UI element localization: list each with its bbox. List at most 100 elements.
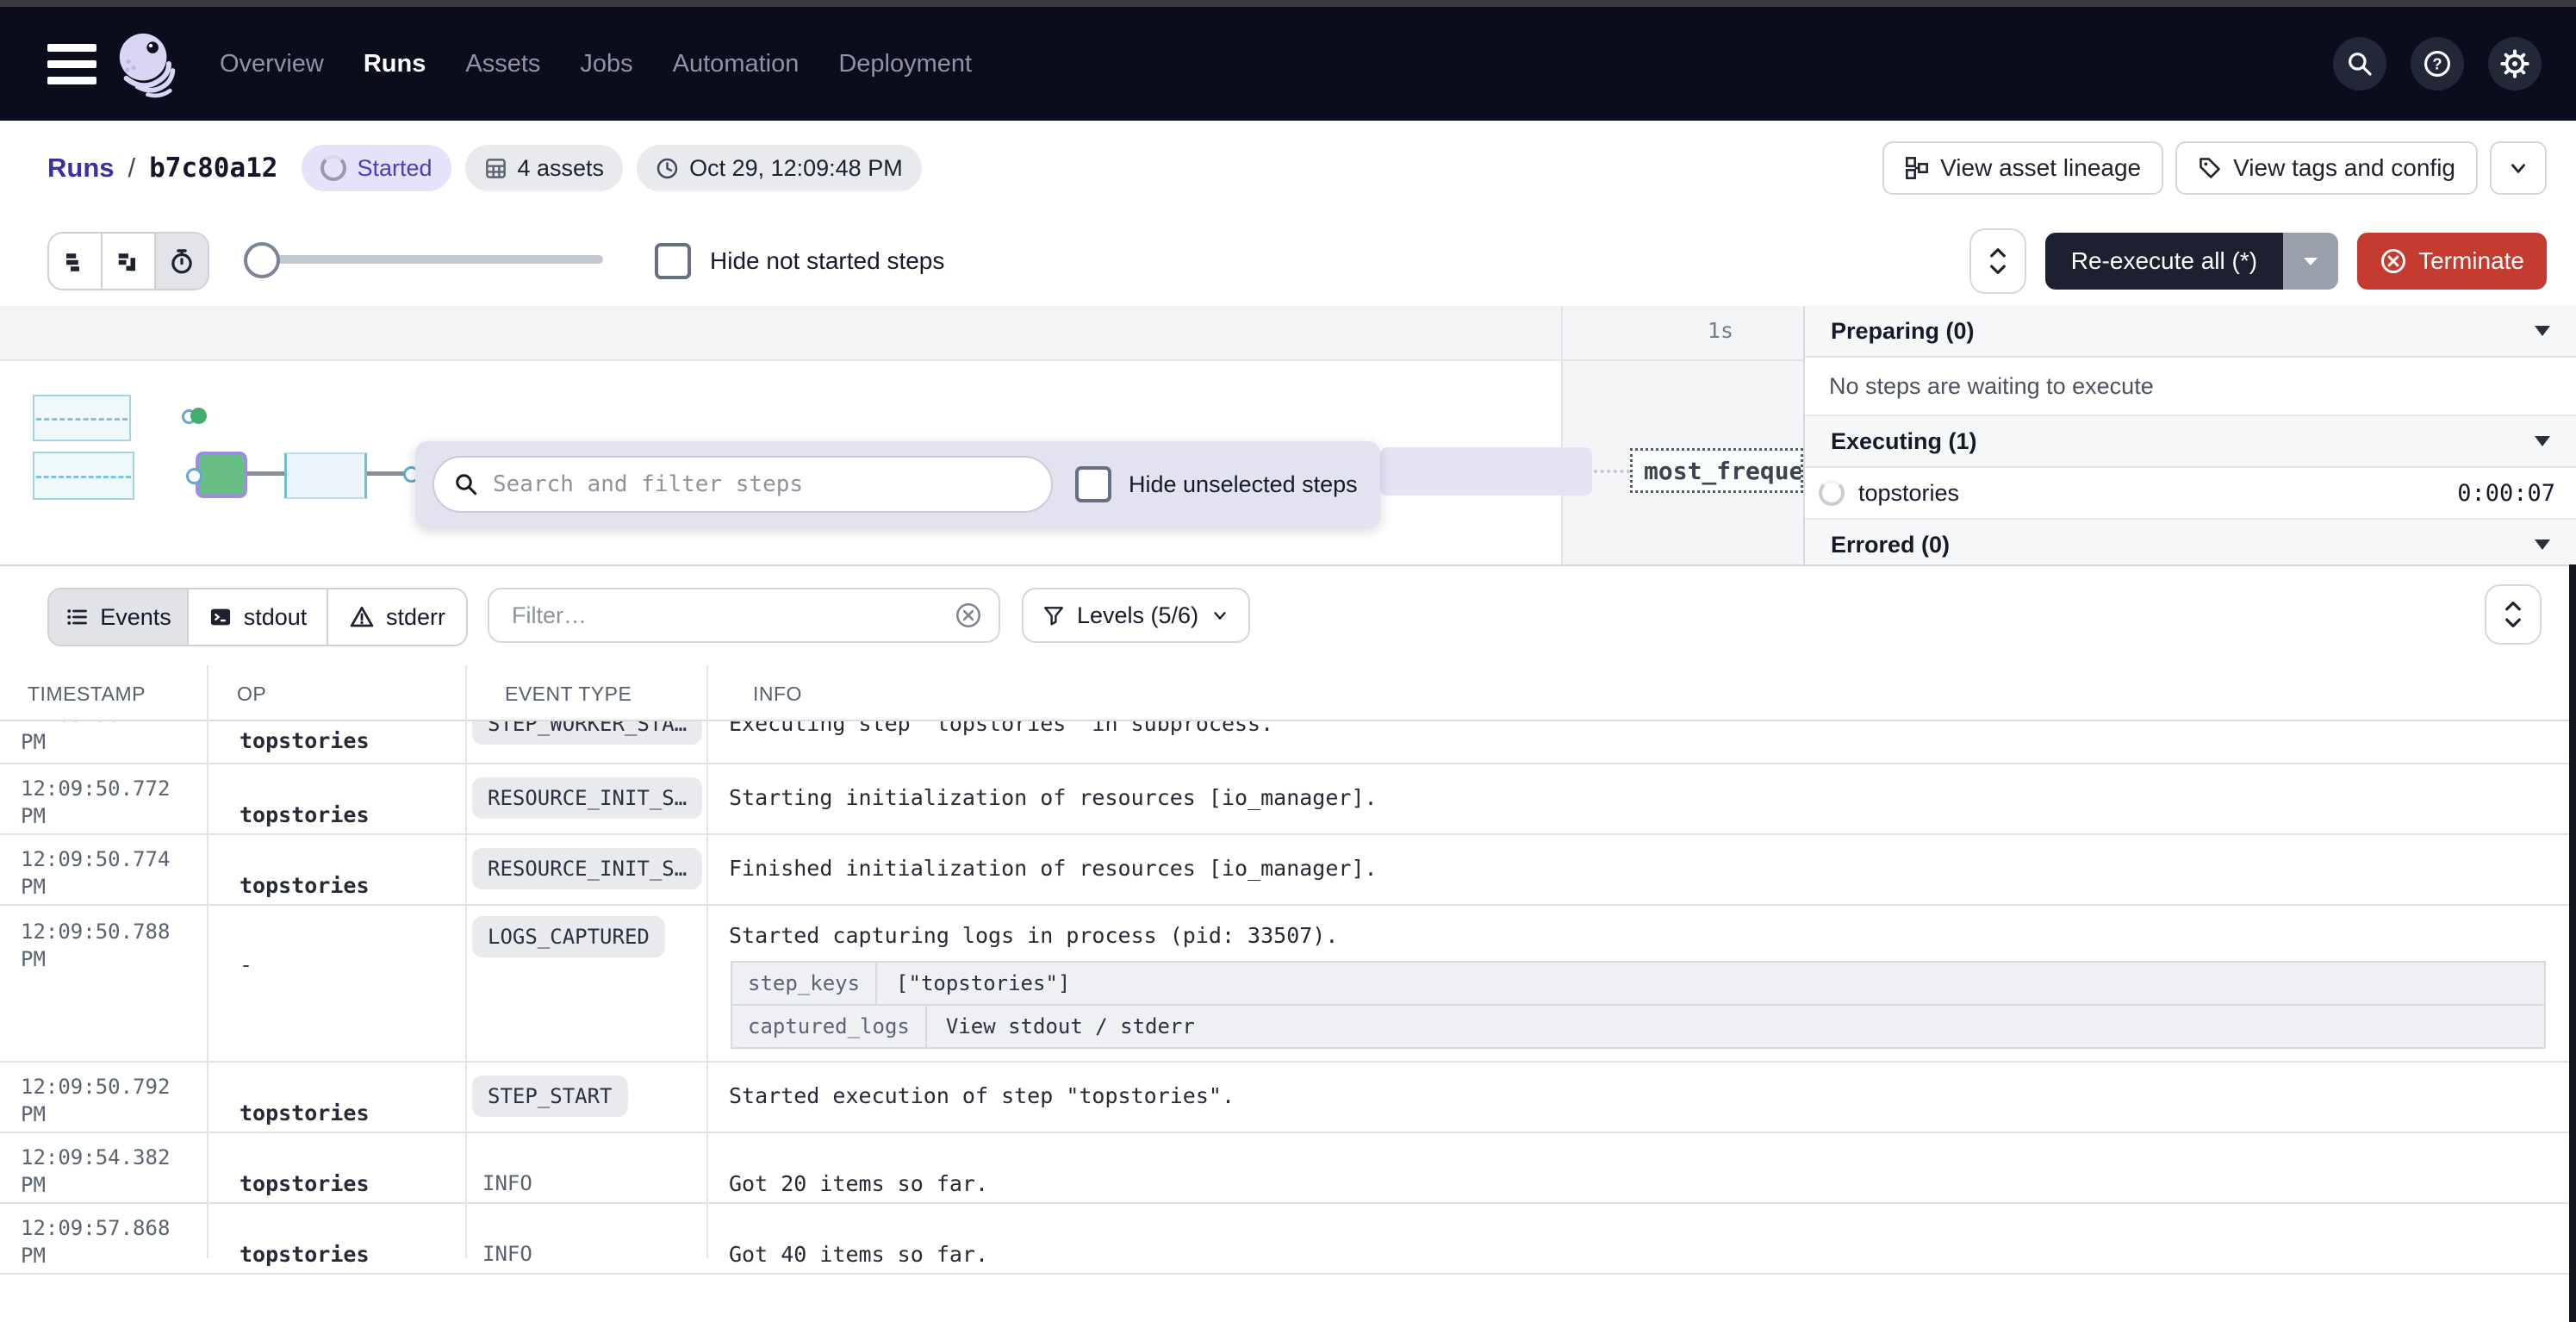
top-navbar: Overview Runs Assets Jobs Automation Dep… xyxy=(0,7,2576,121)
column-divider xyxy=(706,665,708,1258)
nav-item-assets[interactable]: Assets xyxy=(465,50,540,78)
view-mode-switcher xyxy=(47,232,209,290)
main-nav: Overview Runs Assets Jobs Automation Dep… xyxy=(220,50,972,78)
event-log-table: TIMESTAMP OP EVENT TYPE INFO 12:09:50.7P… xyxy=(0,665,2576,1322)
event-type-label: INFO xyxy=(482,1171,532,1195)
expand-logs-button[interactable] xyxy=(2485,584,2542,645)
metadata-value: ["topstories"] xyxy=(877,963,2544,1004)
step-marker-dot[interactable] xyxy=(190,408,207,424)
table-row[interactable]: 12:09:54.382PMtopstoriesINFOGot 20 items… xyxy=(0,1133,2576,1204)
metadata-table: step_keys["topstories"]captured_logsView… xyxy=(731,961,2546,1049)
zoom-slider-handle[interactable] xyxy=(244,242,280,278)
funnel-icon xyxy=(1042,604,1065,627)
terminal-icon xyxy=(208,605,233,629)
expand-collapse-icon xyxy=(1987,246,2009,276)
event-type-badge: RESOURCE_INIT_S… xyxy=(472,848,702,889)
timing-view-button[interactable] xyxy=(156,234,208,289)
nav-item-deployment[interactable]: Deployment xyxy=(838,50,972,78)
view-tags-config-button[interactable]: View tags and config xyxy=(2175,141,2478,195)
event-type-badge: STEP_WORKER_STA… xyxy=(472,721,702,745)
metadata-value[interactable]: View stdout / stderr xyxy=(927,1006,2544,1047)
nav-item-automation[interactable]: Automation xyxy=(673,50,800,78)
tab-events[interactable]: Events xyxy=(49,589,189,645)
planned-step-bar[interactable] xyxy=(284,452,367,499)
run-detail-page: Overview Runs Assets Jobs Automation Dep… xyxy=(0,0,2576,1322)
executing-section-header[interactable]: Executing (1) xyxy=(1805,416,2576,468)
info-cell: Finished initialization of resources [io… xyxy=(729,856,1378,881)
gantt-toolbar: Hide not started steps Re-execute all (*… xyxy=(0,215,2576,308)
clock-icon xyxy=(656,157,679,180)
executing-step-row[interactable]: topstories 0:00:07 xyxy=(1805,468,2576,520)
nav-item-jobs[interactable]: Jobs xyxy=(580,50,632,78)
reexecute-all-button[interactable]: Re-execute all (*) xyxy=(2045,233,2283,290)
levels-filter-button[interactable]: Levels (5/6) xyxy=(1022,588,1250,643)
hide-unselected-checkbox[interactable] xyxy=(1075,466,1111,502)
elapsed-time: 0:00:07 xyxy=(2457,480,2555,507)
running-step-bar[interactable] xyxy=(196,452,247,498)
window-scrollbar-track xyxy=(2569,564,2576,1322)
window-top-edge xyxy=(0,0,2576,7)
nav-item-runs[interactable]: Runs xyxy=(364,50,426,78)
gantt-time-axis xyxy=(0,306,1803,361)
table-row[interactable]: 12:09:50.774PMtopstoriesRESOURCE_INIT_S…… xyxy=(0,835,2576,906)
errored-section-header[interactable]: Errored (0) xyxy=(1805,520,2576,564)
flat-view-button[interactable] xyxy=(49,234,103,289)
log-table-header: TIMESTAMP OP EVENT TYPE INFO xyxy=(0,665,2576,721)
event-type-label: INFO xyxy=(482,1242,532,1266)
timestamp-cell: 12:09:50.7PM xyxy=(21,721,146,756)
breadcrumb-runs-link[interactable]: Runs xyxy=(47,153,115,184)
reexecute-dropdown-button[interactable] xyxy=(2283,233,2338,290)
more-actions-button[interactable] xyxy=(2490,141,2547,195)
info-cell: Started execution of step "topstories". xyxy=(729,1083,1235,1108)
preparing-section-header[interactable]: Preparing (0) xyxy=(1805,306,2576,358)
log-filter-input[interactable] xyxy=(510,602,954,630)
log-rows: 12:09:50.7PM topstories STEP_WORKER_STA… Ex… xyxy=(0,721,2576,1275)
menu-icon[interactable] xyxy=(47,41,97,86)
collapse-panel-button[interactable] xyxy=(1969,228,2026,294)
info-cell: Got 20 items so far. xyxy=(729,1171,988,1196)
hide-unselected-label: Hide unselected steps xyxy=(1129,471,1358,498)
table-row[interactable]: 12:09:57.868PMtopstoriesINFOGot 40 items… xyxy=(0,1204,2576,1275)
clear-filter-icon[interactable] xyxy=(954,601,983,630)
gantt-chart: 1s most_frequent_ Hide unselected steps xyxy=(0,306,2576,566)
not-started-step-bar[interactable] xyxy=(33,452,134,500)
step-label-most-frequent[interactable]: most_frequent_ xyxy=(1630,448,1803,493)
spinner-icon xyxy=(1819,480,1845,506)
chevron-down-icon xyxy=(2535,539,2550,550)
step-search-input[interactable] xyxy=(491,471,1051,498)
event-type-badge: STEP_START xyxy=(472,1076,628,1117)
table-row[interactable]: 12:09:50.7PMtopstoriesSTEP_WORKER_STA…Ex… xyxy=(0,721,2576,764)
hide-not-started-checkbox[interactable] xyxy=(655,243,691,279)
help-button[interactable]: ? xyxy=(2411,37,2464,90)
timestamp-cell: 12:09:54.382PM xyxy=(21,1144,170,1199)
op-cell: topstories xyxy=(240,1242,370,1267)
timestamp-cell: 12:09:50.774PM xyxy=(21,845,170,901)
zoom-slider[interactable] xyxy=(247,255,603,264)
step-filter-overlay: Hide unselected steps xyxy=(415,441,1380,527)
dagster-logo-icon[interactable] xyxy=(113,28,180,100)
table-row[interactable]: 12:09:50.792PMtopstoriesSTEP_STARTStarte… xyxy=(0,1063,2576,1133)
not-started-step-bar[interactable] xyxy=(33,395,131,441)
tab-stdout[interactable]: stdout xyxy=(189,589,328,645)
nav-item-overview[interactable]: Overview xyxy=(220,50,324,78)
run-header-row: Runs / b7c80a12 Started 4 assets xyxy=(0,121,2576,217)
dotted-connector-line xyxy=(1594,470,1630,473)
tab-stderr[interactable]: stderr xyxy=(328,589,466,645)
hide-unselected-control: Hide unselected steps xyxy=(1075,466,1358,502)
chevron-down-icon xyxy=(2507,157,2529,179)
info-cell: Executing step "topstories" in subproces… xyxy=(729,721,1273,736)
search-button[interactable] xyxy=(2333,37,2386,90)
executing-step-name: topstories xyxy=(1858,480,1959,507)
assets-badge[interactable]: 4 assets xyxy=(465,145,624,191)
waterfall-view-icon xyxy=(115,248,141,274)
expand-collapse-icon xyxy=(2502,600,2524,629)
settings-button[interactable] xyxy=(2488,37,2542,90)
chevron-down-icon xyxy=(2535,326,2550,336)
view-asset-lineage-button[interactable]: View asset lineage xyxy=(1882,141,2163,195)
table-row[interactable]: 12:09:50.772PMtopstoriesRESOURCE_INIT_S…… xyxy=(0,764,2576,835)
terminate-button[interactable]: Terminate xyxy=(2357,233,2547,290)
waterfall-view-button[interactable] xyxy=(103,234,156,289)
table-row[interactable]: 12:09:50.788PM-LOGS_CAPTUREDStarted capt… xyxy=(0,906,2576,1063)
run-id: b7c80a12 xyxy=(149,153,277,184)
flat-view-icon xyxy=(62,248,88,274)
